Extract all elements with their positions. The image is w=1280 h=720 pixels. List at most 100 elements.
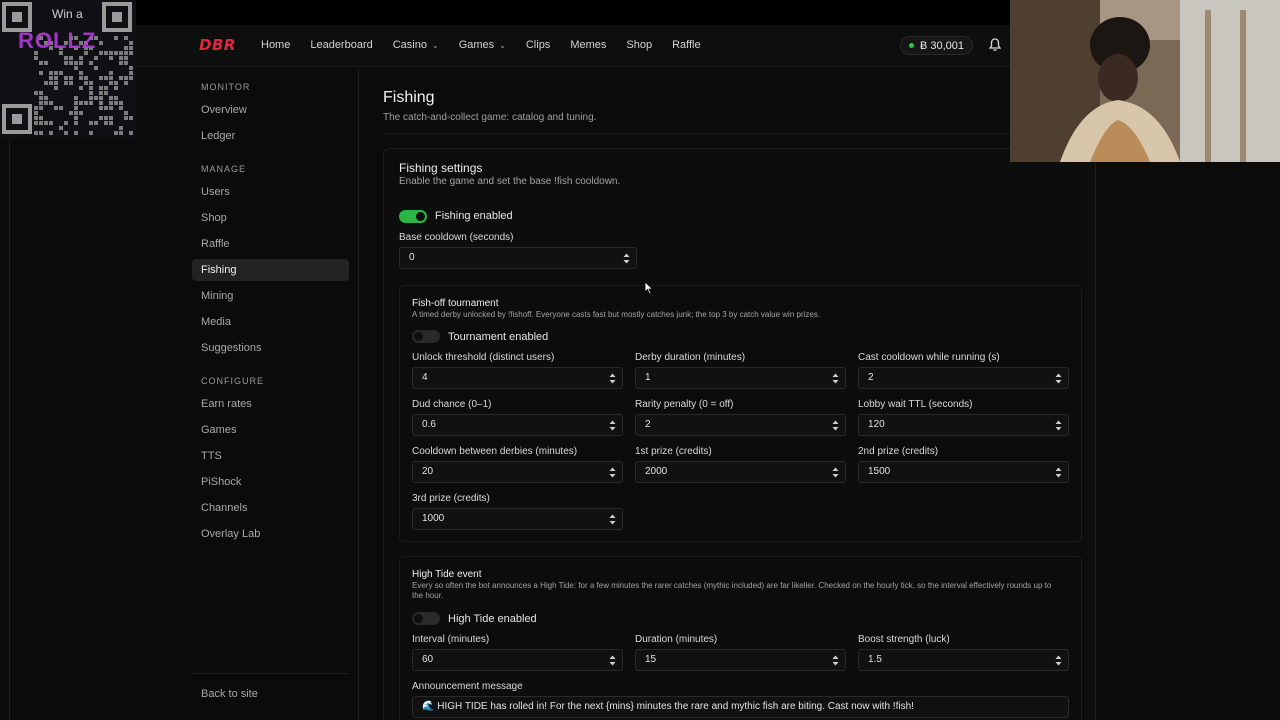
cast-cooldown-while-running-s-input[interactable]: 2 bbox=[858, 367, 1069, 389]
qr-title: Win a bbox=[52, 7, 83, 21]
stepper-icon[interactable] bbox=[832, 420, 839, 431]
cast-cooldown-while-running-s-value: 2 bbox=[868, 372, 874, 383]
boost-strength-luck-input[interactable]: 1.5 bbox=[858, 649, 1069, 671]
nav-link-label: Games bbox=[458, 39, 495, 51]
unlock-threshold-distinct-users-value: 4 bbox=[422, 372, 428, 383]
webcam-overlay bbox=[1010, 0, 1280, 162]
duration-minutes-input[interactable]: 15 bbox=[635, 649, 846, 671]
stepper-icon[interactable] bbox=[623, 253, 630, 264]
announcement-input[interactable]: 🌊 HIGH TIDE has rolled in! For the next … bbox=[412, 696, 1069, 718]
fishing-enabled-toggle[interactable] bbox=[399, 210, 427, 223]
cooldown-between-derbies-minutes-value: 20 bbox=[422, 466, 434, 477]
nav-links: Home Leaderboard Casino ⌄ Games ⌄ Clips Memes Sh… bbox=[261, 39, 721, 51]
derby-duration-minutes-value: 1 bbox=[645, 372, 651, 383]
sidebar-item-overlay-lab[interactable]: Overlay Lab bbox=[192, 523, 349, 545]
base-cooldown-value: 0 bbox=[409, 252, 415, 263]
sidebar-item-overview[interactable]: Overview bbox=[192, 99, 349, 121]
qr-brand: ROLLZ bbox=[18, 28, 97, 53]
page-subtitle: The catch-and-collect game: catalog and … bbox=[383, 112, 597, 123]
interval-minutes-input[interactable]: 60 bbox=[412, 649, 623, 671]
3rd-prize-credits-value: 1000 bbox=[422, 513, 445, 524]
stepper-icon[interactable] bbox=[609, 373, 616, 384]
base-cooldown-input[interactable]: 0 bbox=[399, 247, 637, 269]
nav-link-games[interactable]: Games ⌄ bbox=[459, 39, 506, 51]
sidebar-item-media[interactable]: Media bbox=[192, 311, 349, 333]
1st-prize-credits-input[interactable]: 2000 bbox=[635, 461, 846, 483]
nav-link-leaderboard[interactable]: Leaderboard bbox=[310, 39, 372, 51]
stepper-icon[interactable] bbox=[609, 514, 616, 525]
sidebar-section-manage: MANAGE bbox=[201, 164, 247, 174]
stepper-icon[interactable] bbox=[609, 420, 616, 431]
tournament-enabled-toggle[interactable] bbox=[412, 330, 440, 343]
stepper-icon[interactable] bbox=[832, 655, 839, 666]
balance-value: Ƀ 30,001 bbox=[920, 39, 965, 52]
stepper-icon[interactable] bbox=[832, 467, 839, 478]
nav-link-casino[interactable]: Casino ⌄ bbox=[393, 39, 439, 51]
dud-chance-0-1-label: Dud chance (0–1) bbox=[412, 399, 492, 410]
stepper-icon[interactable] bbox=[1055, 373, 1062, 384]
balance-badge[interactable]: Ƀ 30,001 bbox=[900, 36, 974, 55]
sidebar-item-mining[interactable]: Mining bbox=[192, 285, 349, 307]
interval-minutes-value: 60 bbox=[422, 654, 434, 665]
nav-link-label: Leaderboard bbox=[310, 39, 373, 51]
boost-strength-luck-label: Boost strength (luck) bbox=[858, 634, 950, 645]
stepper-icon[interactable] bbox=[832, 373, 839, 384]
nav-link-clips[interactable]: Clips bbox=[526, 39, 550, 51]
sidebar-item-games[interactable]: Games bbox=[192, 419, 349, 441]
bell-icon[interactable] bbox=[987, 37, 1003, 53]
sidebar-item-channels[interactable]: Channels bbox=[192, 497, 349, 519]
stepper-icon[interactable] bbox=[609, 655, 616, 666]
rarity-penalty-0-off-label: Rarity penalty (0 = off) bbox=[635, 399, 734, 410]
3rd-prize-credits-label: 3rd prize (credits) bbox=[412, 493, 490, 504]
rarity-penalty-0-off-input[interactable]: 2 bbox=[635, 414, 846, 436]
nav-link-label: Raffle bbox=[672, 39, 701, 51]
duration-minutes-label: Duration (minutes) bbox=[635, 634, 718, 645]
mouse-cursor-icon bbox=[644, 281, 654, 295]
fish-off-tournament-card: Fish-off tournament A timed derby unlock… bbox=[399, 285, 1082, 542]
high-tide-enabled-toggle[interactable] bbox=[412, 612, 440, 625]
sidebar-item-fishing[interactable]: Fishing bbox=[192, 259, 349, 281]
nav-link-shop[interactable]: Shop bbox=[626, 39, 652, 51]
stepper-icon[interactable] bbox=[609, 467, 616, 478]
sidebar-item-ledger[interactable]: Ledger bbox=[192, 125, 349, 147]
sidebar-item-shop[interactable]: Shop bbox=[192, 207, 349, 229]
cooldown-between-derbies-minutes-input[interactable]: 20 bbox=[412, 461, 623, 483]
unlock-threshold-distinct-users-input[interactable]: 4 bbox=[412, 367, 623, 389]
nav-link-raffle[interactable]: Raffle bbox=[672, 39, 701, 51]
1st-prize-credits-label: 1st prize (credits) bbox=[635, 446, 712, 457]
unlock-threshold-distinct-users-label: Unlock threshold (distinct users) bbox=[412, 352, 555, 363]
sidebar-item-earn-rates[interactable]: Earn rates bbox=[192, 393, 349, 415]
nav-link-memes[interactable]: Memes bbox=[570, 39, 606, 51]
site-logo[interactable]: DBR bbox=[199, 36, 236, 54]
1st-prize-credits-value: 2000 bbox=[645, 466, 668, 477]
announcement-value: 🌊 HIGH TIDE has rolled in! For the next … bbox=[422, 701, 914, 712]
nav-link-label: Casino bbox=[392, 39, 427, 51]
tournament-title: Fish-off tournament bbox=[412, 298, 499, 309]
card-subtitle: Enable the game and set the base !fish c… bbox=[399, 176, 621, 187]
stepper-icon[interactable] bbox=[1055, 420, 1062, 431]
2nd-prize-credits-input[interactable]: 1500 bbox=[858, 461, 1069, 483]
sidebar-item-users[interactable]: Users bbox=[192, 181, 349, 203]
stepper-icon[interactable] bbox=[1055, 467, 1062, 478]
nav-link-label: Shop bbox=[626, 39, 653, 51]
sidebar-item-raffle[interactable]: Raffle bbox=[192, 233, 349, 255]
2nd-prize-credits-value: 1500 bbox=[868, 466, 891, 477]
sidebar-item-tts[interactable]: TTS bbox=[192, 445, 349, 467]
qr-code-icon bbox=[2, 2, 133, 135]
sidebar-divider bbox=[192, 673, 349, 674]
dud-chance-0-1-input[interactable]: 0.6 bbox=[412, 414, 623, 436]
3rd-prize-credits-input[interactable]: 1000 bbox=[412, 508, 623, 530]
back-to-site-link[interactable]: Back to site bbox=[192, 683, 349, 705]
nav-link-home[interactable]: Home bbox=[261, 39, 290, 51]
stepper-icon[interactable] bbox=[1055, 655, 1062, 666]
derby-duration-minutes-input[interactable]: 1 bbox=[635, 367, 846, 389]
webcam-feed-image bbox=[1010, 0, 1280, 162]
lobby-wait-ttl-seconds-input[interactable]: 120 bbox=[858, 414, 1069, 436]
lobby-wait-ttl-seconds-label: Lobby wait TTL (seconds) bbox=[858, 399, 973, 410]
base-cooldown-label: Base cooldown (seconds) bbox=[399, 232, 514, 243]
sidebar-item-suggestions[interactable]: Suggestions bbox=[192, 337, 349, 359]
gutter-divider bbox=[9, 140, 10, 720]
sidebar-item-pishock[interactable]: PiShock bbox=[192, 471, 349, 493]
announcement-label: Announcement message bbox=[412, 681, 523, 692]
admin-sidebar: MONITOR Overview Ledger MANAGE Users Shop Raff… bbox=[184, 67, 359, 720]
